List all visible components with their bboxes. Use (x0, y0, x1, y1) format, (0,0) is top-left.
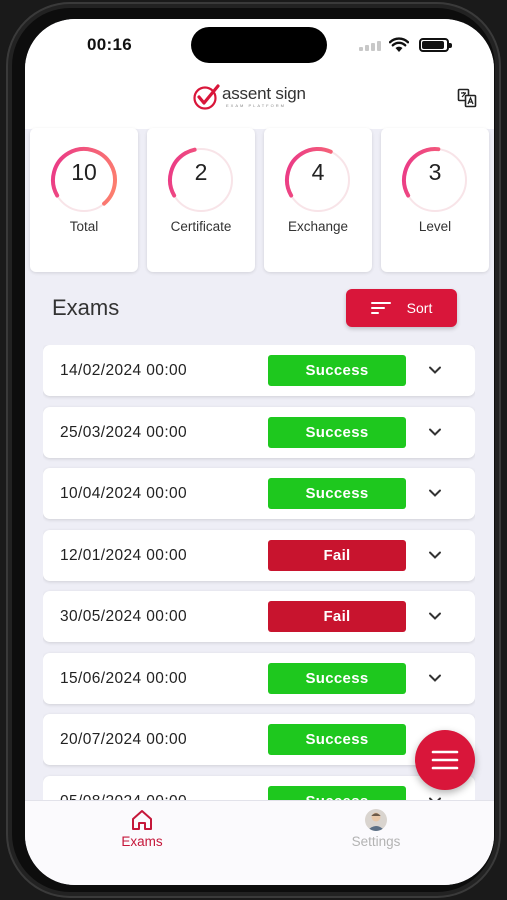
chevron-down-icon[interactable] (428, 671, 442, 685)
stat-label: Total (69, 219, 99, 234)
exam-row[interactable]: 12/01/2024 00:00 Fail (43, 529, 475, 581)
status-bar: 00:16 (25, 19, 494, 77)
chevron-down-icon[interactable] (428, 609, 442, 623)
stat-label: Level (418, 219, 452, 234)
status-badge: Success (268, 478, 406, 509)
nav-label-settings: Settings (351, 834, 401, 849)
exam-date: 12/01/2024 00:00 (60, 546, 188, 564)
stat-value: 2 (194, 159, 208, 185)
stat-card-exchange: 4 Exchange (264, 128, 372, 272)
nav-tab-exams[interactable]: Exams (82, 809, 202, 849)
status-badge: Success (268, 416, 406, 448)
sort-button[interactable]: Sort (346, 289, 457, 327)
nav-tab-settings[interactable]: Settings (316, 809, 436, 849)
app-screen: 00:16 assent sign EXAM PLATFORM 10 Total… (25, 19, 494, 885)
dynamic-island (191, 27, 327, 63)
nav-label-exams: Exams (121, 834, 163, 849)
exam-date: 15/06/2024 00:00 (60, 669, 188, 687)
battery-icon (419, 38, 452, 52)
stat-card-level: 3 Level (381, 128, 489, 272)
bottom-navigation: Exams Settings (25, 800, 494, 885)
exam-date: 14/02/2024 00:00 (60, 362, 188, 379)
chevron-down-icon[interactable] (428, 548, 442, 562)
chevron-down-icon[interactable] (428, 486, 442, 500)
hamburger-menu-icon (431, 750, 459, 770)
wifi-icon (389, 37, 409, 52)
translate-icon[interactable] (457, 88, 477, 108)
status-badge: Fail (268, 539, 406, 571)
status-badge: Fail (268, 601, 406, 632)
sort-label: Sort (406, 300, 433, 316)
exam-row[interactable]: 14/02/2024 00:00 Success (43, 345, 475, 396)
stat-card-total: 10 Total (30, 128, 138, 272)
app-header: assent sign EXAM PLATFORM (25, 77, 494, 129)
phone-frame: 00:16 assent sign EXAM PLATFORM 10 Total… (6, 2, 501, 898)
avatar (365, 809, 387, 831)
exam-date: 05/08/2024 00:00 (60, 793, 187, 801)
logo-name: assent sign (222, 84, 306, 103)
stat-label: Certificate (170, 219, 232, 234)
stat-value: 3 (428, 159, 442, 185)
user-avatar-icon (367, 812, 385, 831)
status-time: 00:16 (87, 35, 132, 54)
checkmark-logo-icon (193, 84, 220, 110)
status-badge: Success (268, 785, 406, 800)
sort-icon (370, 302, 391, 314)
exam-date: 10/04/2024 00:00 (60, 485, 188, 502)
exam-list[interactable]: 14/02/2024 00:00 Success 25/03/2024 00:00 S… (43, 345, 475, 800)
exam-row[interactable]: 25/03/2024 00:00 Success (43, 406, 475, 458)
status-badge: Success (268, 724, 406, 755)
stat-value: 10 (71, 159, 97, 185)
app-logo: assent sign EXAM PLATFORM (192, 83, 306, 111)
chevron-down-icon[interactable] (428, 363, 442, 377)
exam-date: 25/03/2024 00:00 (60, 423, 188, 441)
stat-value: 4 (311, 159, 325, 185)
status-badge: Success (268, 662, 406, 694)
cellular-signal-icon (359, 41, 383, 51)
exam-date: 30/05/2024 00:00 (60, 608, 188, 625)
exam-date: 20/07/2024 00:00 (60, 731, 188, 748)
logo-subtitle: EXAM PLATFORM (226, 103, 286, 108)
menu-fab-button[interactable] (415, 730, 475, 790)
exam-row[interactable]: 15/06/2024 00:00 Success (43, 652, 475, 704)
status-badge: Success (268, 355, 406, 386)
exam-row[interactable]: 20/07/2024 00:00 Success (43, 714, 475, 765)
stat-label: Exchange (287, 219, 349, 234)
stat-card-certificate: 2 Certificate (147, 128, 255, 272)
home-icon (132, 810, 152, 830)
exam-row[interactable]: 30/05/2024 00:00 Fail (43, 591, 475, 642)
chevron-down-icon[interactable] (428, 425, 442, 439)
exam-row[interactable]: 05/08/2024 00:00 Success (43, 775, 475, 801)
exams-title: Exams (52, 295, 120, 320)
exam-row[interactable]: 10/04/2024 00:00 Success (43, 468, 475, 519)
